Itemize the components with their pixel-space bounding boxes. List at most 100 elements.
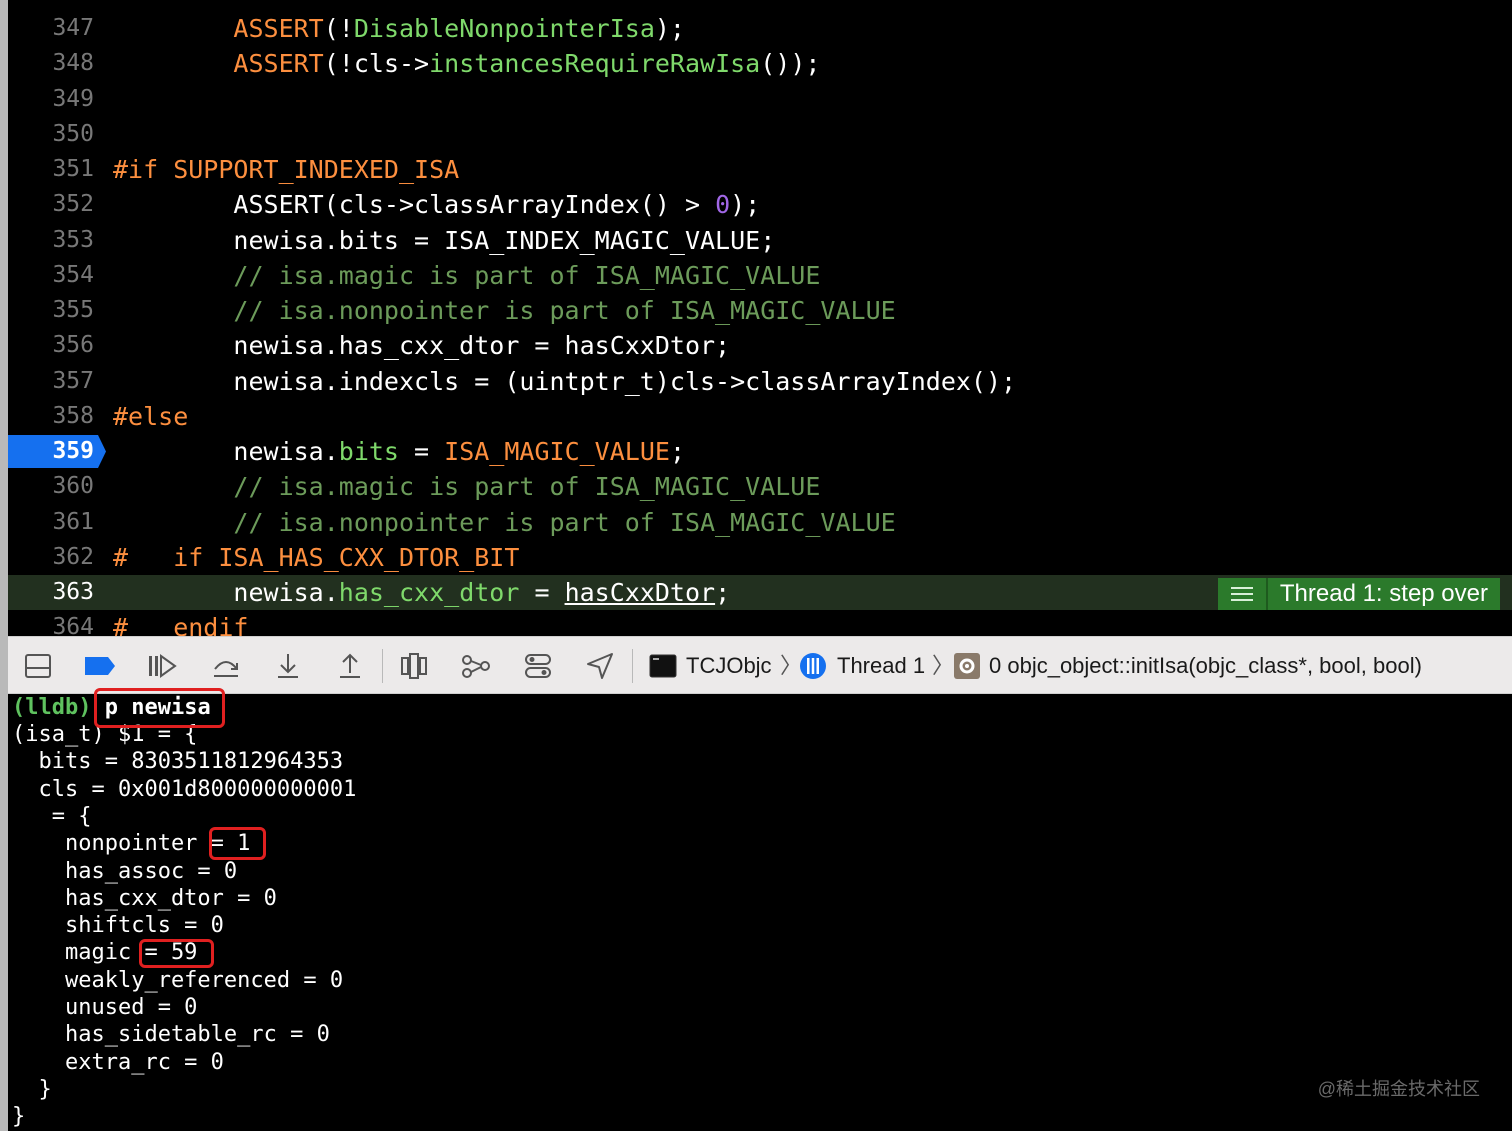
breadcrumb-frame[interactable]: 0 objc_object::initIsa(objc_class*, bool…: [989, 651, 1422, 681]
code-line-357[interactable]: 357 newisa.indexcls = (uintptr_t)cls->cl…: [8, 364, 1512, 399]
lldb-console[interactable]: (lldb) p newisa (isa_t) $1 = { bits = 83…: [8, 688, 1512, 1131]
highlight-box-command: [94, 688, 225, 728]
highlight-box-nonpointer: [209, 827, 266, 860]
code-text: // isa.nonpointer is part of ISA_MAGIC_V…: [113, 505, 896, 540]
debug-toolbar: TCJObjc 〉 Thread 1 〉 0 objc_object::init…: [8, 636, 1512, 694]
code-line-350[interactable]: 350: [8, 117, 1512, 152]
code-text: newisa.bits = ISA_MAGIC_VALUE;: [113, 434, 685, 469]
source-editor[interactable]: 347 ASSERT(!DisableNonpointerIsa); 348 AS…: [8, 0, 1512, 636]
step-into-icon[interactable]: [272, 651, 304, 681]
continue-icon[interactable]: [146, 651, 178, 681]
line-number[interactable]: 352: [8, 187, 94, 222]
console-output-line: unused = 0: [12, 995, 198, 1020]
line-number[interactable]: 349: [8, 82, 94, 117]
code-text: newisa.has_cxx_dtor = hasCxxDtor;: [113, 328, 730, 363]
console-output-line: has_sidetable_rc = 0: [12, 1022, 330, 1048]
code-line-348[interactable]: 348 ASSERT(!cls->instancesRequireRawIsa(…: [8, 46, 1512, 81]
stack-frame-icon: [952, 651, 982, 681]
code-token: // isa.magic is part of ISA_MAGIC_VALUE: [113, 472, 821, 502]
code-token: newisa.has_cxx_dtor = hasCxxDtor;: [113, 331, 731, 361]
code-token: newisa.: [113, 578, 339, 607]
line-number[interactable]: 347: [8, 11, 94, 46]
code-line-351[interactable]: 351 #if SUPPORT_INDEXED_ISA: [8, 152, 1512, 187]
line-number[interactable]: 348: [8, 46, 94, 81]
toolbar-separator: [632, 649, 633, 683]
view-hierarchy-icon[interactable]: [398, 651, 430, 681]
hide-debug-area-icon[interactable]: [22, 651, 54, 681]
code-line-356[interactable]: 356 newisa.has_cxx_dtor = hasCxxDtor;: [8, 328, 1512, 363]
code-line-352[interactable]: 352 ASSERT(cls->classArrayIndex() > 0);: [8, 187, 1512, 222]
breakpoints-toggle-icon[interactable]: [84, 651, 116, 681]
code-token: // isa.magic is part of ISA_MAGIC_VALUE: [113, 260, 821, 290]
chevron-right-icon: 〉: [932, 653, 955, 678]
code-line-362[interactable]: 362 # if ISA_HAS_CXX_DTOR_BIT: [8, 540, 1512, 575]
step-out-icon[interactable]: [334, 651, 366, 681]
hamburger-icon[interactable]: [1218, 578, 1268, 610]
code-token: newisa.bits = ISA_INDEX_MAGIC_VALUE;: [113, 225, 776, 255]
code-token: ISA_MAGIC_VALUE: [444, 437, 670, 466]
line-number[interactable]: 350: [8, 117, 94, 152]
breadcrumb-target[interactable]: TCJObjc: [686, 651, 772, 681]
line-number[interactable]: 359: [8, 434, 94, 469]
code-line-349[interactable]: 349: [8, 82, 1512, 117]
highlight-box-magic: [139, 939, 214, 968]
line-number[interactable]: 354: [8, 258, 94, 293]
console-output-line: = {: [12, 803, 92, 829]
thread-status-badge[interactable]: Thread 1: step over: [1217, 578, 1500, 610]
line-number[interactable]: 361: [8, 505, 94, 540]
memory-graph-icon[interactable]: [460, 651, 492, 681]
console-output-line: bits = 8303511812964353: [12, 749, 344, 775]
code-text: # if ISA_HAS_CXX_DTOR_BIT: [113, 540, 519, 575]
code-line-353[interactable]: 353 newisa.bits = ISA_INDEX_MAGIC_VALUE;: [8, 223, 1512, 258]
line-number[interactable]: 356: [8, 328, 94, 363]
lldb-prompt: (lldb): [12, 695, 92, 720]
code-text: // isa.nonpointer is part of ISA_MAGIC_V…: [113, 293, 896, 328]
code-line-358[interactable]: 358 #else: [8, 399, 1512, 434]
console-output-line: cls = 0x001d800000000001: [12, 776, 357, 802]
code-token: // isa.nonpointer is part of ISA_MAGIC_V…: [113, 507, 896, 537]
code-text: newisa.indexcls = (uintptr_t)cls->classA…: [113, 364, 1016, 399]
console-output-line: }: [12, 1076, 52, 1102]
thread-icon: [798, 651, 828, 681]
code-line-354[interactable]: 354 // isa.magic is part of ISA_MAGIC_VA…: [8, 258, 1512, 293]
code-token: # endif: [113, 613, 249, 636]
code-token: hasCxxDtor: [564, 578, 716, 607]
code-token: ASSERT(cls->classArrayIndex() >: [113, 190, 716, 220]
thread-status-label: Thread 1: step over: [1279, 580, 1488, 607]
line-number[interactable]: 358: [8, 399, 94, 434]
line-number[interactable]: 360: [8, 469, 94, 504]
code-line-347[interactable]: 347 ASSERT(!DisableNonpointerIsa);: [8, 11, 1512, 46]
code-token: ASSERT: [233, 49, 324, 79]
code-line-360[interactable]: 360 // isa.magic is part of ISA_MAGIC_VA…: [8, 469, 1512, 504]
code-token: # if ISA_HAS_CXX_DTOR_BIT: [113, 542, 520, 572]
code-text: ASSERT(!cls->instancesRequireRawIsa());: [113, 46, 820, 81]
line-number[interactable]: 357: [8, 364, 94, 399]
line-number[interactable]: 353: [8, 223, 94, 258]
code-token: ;: [715, 578, 731, 607]
line-number[interactable]: 351: [8, 152, 94, 187]
code-text: #if SUPPORT_INDEXED_ISA: [113, 152, 459, 187]
console-output-line: has_assoc = 0: [12, 858, 238, 884]
step-over-icon[interactable]: [210, 651, 242, 681]
line-number[interactable]: 364: [8, 610, 94, 636]
code-token: (!: [323, 14, 354, 43]
line-number[interactable]: 363: [8, 575, 94, 610]
code-text: // isa.magic is part of ISA_MAGIC_VALUE: [113, 258, 820, 293]
code-line-361[interactable]: 361 // isa.nonpointer is part of ISA_MAG…: [8, 505, 1512, 540]
line-number[interactable]: 362: [8, 540, 94, 575]
code-token: newisa.: [113, 437, 339, 466]
code-text: ASSERT(!DisableNonpointerIsa);: [113, 11, 685, 46]
console-output-line: shiftcls = 0: [12, 913, 224, 939]
code-line-355[interactable]: 355 // isa.nonpointer is part of ISA_MAG…: [8, 293, 1512, 328]
simulate-location-icon[interactable]: [584, 651, 616, 681]
code-token: // isa.nonpointer is part of ISA_MAGIC_V…: [113, 296, 896, 325]
environment-overrides-icon[interactable]: [522, 651, 554, 681]
console-output-line: extra_rc = 0: [12, 1049, 224, 1075]
line-number[interactable]: 355: [8, 293, 94, 328]
code-token: has_cxx_dtor: [338, 578, 520, 607]
breadcrumb-thread[interactable]: Thread 1: [837, 651, 925, 681]
code-line-359[interactable]: 359 newisa.bits = ISA_MAGIC_VALUE;: [8, 434, 1512, 469]
code-line-364[interactable]: 364 # endif: [8, 610, 1512, 636]
